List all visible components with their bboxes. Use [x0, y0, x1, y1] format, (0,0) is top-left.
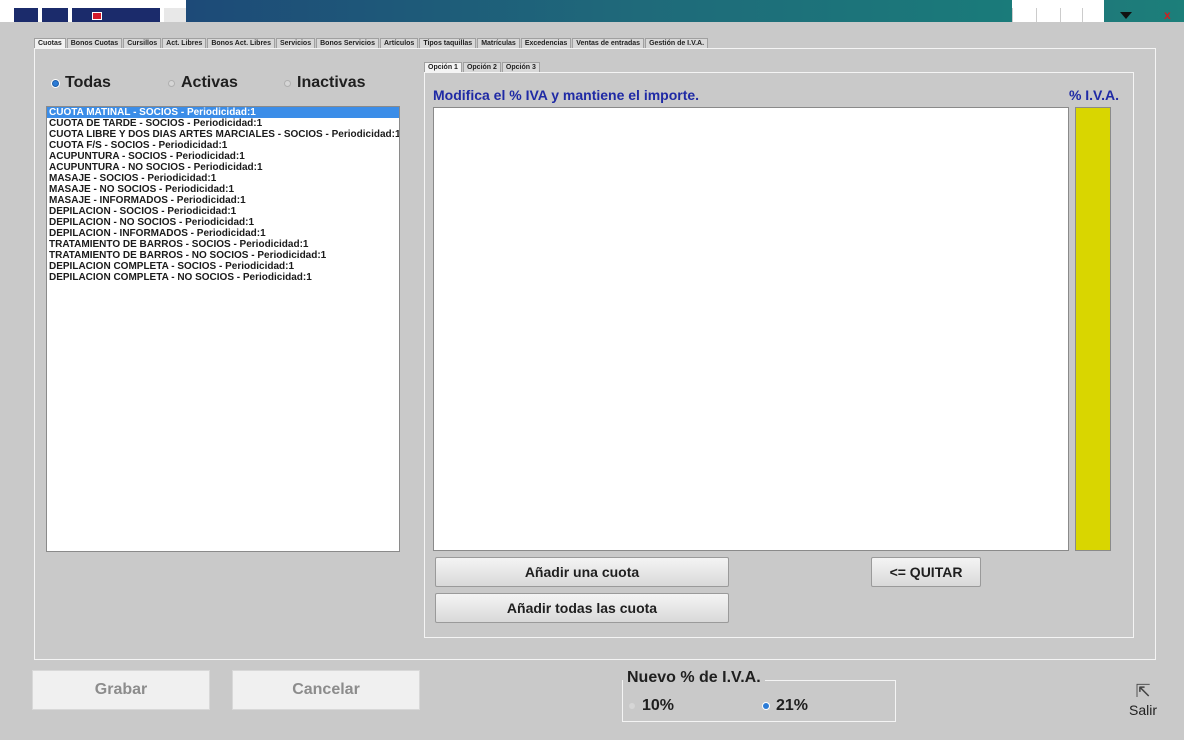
filter-todas-radio[interactable]: Todas: [52, 74, 111, 92]
iva-21-label: 21%: [776, 697, 809, 714]
selected-cuotas-list[interactable]: [433, 107, 1069, 551]
list-item[interactable]: CUOTA MATINAL - SOCIOS - Periodicidad:1: [47, 107, 399, 118]
window-block: [72, 8, 160, 22]
list-item[interactable]: MASAJE - SOCIOS - Periodicidad:1: [47, 173, 399, 184]
close-icon[interactable]: x: [1164, 8, 1171, 22]
radio-dot-icon: [168, 79, 175, 87]
iva-column-header: % I.V.A.: [1068, 87, 1119, 103]
iva-column[interactable]: [1075, 107, 1111, 551]
remove-button[interactable]: <= QUITAR: [871, 557, 981, 587]
cuotas-group: Todas Activas Inactivas CUOTA MATINAL - …: [44, 68, 402, 552]
exit-button[interactable]: ⇱ Salir: [1120, 680, 1166, 726]
cancel-button[interactable]: Cancelar: [232, 670, 420, 710]
title-bar-right: [1104, 0, 1184, 22]
list-item[interactable]: CUOTA LIBRE Y DOS DIAS ARTES MARCIALES -…: [47, 129, 399, 140]
filter-todas-label: Todas: [65, 74, 111, 91]
iva-10-label: 10%: [642, 697, 675, 714]
radio-dot-icon: [763, 703, 769, 709]
list-item[interactable]: DEPILACION - SOCIOS - Periodicidad:1: [47, 206, 399, 217]
save-button[interactable]: Grabar: [32, 670, 210, 710]
list-item[interactable]: MASAJE - INFORMADOS - Periodicidad:1: [47, 195, 399, 206]
window-block: [164, 8, 186, 22]
list-item[interactable]: CUOTA DE TARDE - SOCIOS - Periodicidad:1: [47, 118, 399, 129]
window-block: [1012, 8, 1034, 22]
list-item[interactable]: DEPILACION COMPLETA - NO SOCIOS - Period…: [47, 272, 399, 283]
list-item[interactable]: MASAJE - NO SOCIOS - Periodicidad:1: [47, 184, 399, 195]
list-item[interactable]: ACUPUNTURA - NO SOCIOS - Periodicidad:1: [47, 162, 399, 173]
filter-activas-label: Activas: [181, 74, 238, 91]
radio-dot-icon: [629, 703, 635, 709]
tab-opcion-2[interactable]: Opción 2: [462, 62, 501, 72]
title-bar-gradient: [186, 0, 1012, 22]
radio-dot-icon: [284, 79, 291, 87]
filter-inactivas-radio[interactable]: Inactivas: [284, 74, 365, 92]
new-iva-group: Nuevo % de I.V.A. 10% 21%: [622, 669, 896, 722]
iva-21-radio[interactable]: 21%: [763, 697, 808, 715]
tab-opcion-3[interactable]: Opción 3: [501, 62, 540, 72]
window-block: [14, 8, 38, 22]
window-block: [1036, 8, 1058, 22]
dropdown-arrow-icon[interactable]: [1120, 12, 1132, 19]
exit-label: Salir: [1128, 702, 1157, 718]
list-item[interactable]: ACUPUNTURA - SOCIOS - Periodicidad:1: [47, 151, 399, 162]
flag-icon: [92, 12, 102, 20]
iva-10-radio[interactable]: 10%: [629, 697, 674, 715]
list-item[interactable]: TRATAMIENTO DE BARROS - SOCIOS - Periodi…: [47, 239, 399, 250]
filter-radio-row: Todas Activas Inactivas: [44, 68, 402, 96]
title-bar: x: [0, 0, 1184, 22]
opcion-panel: Modifica el % IVA y mantiene el importe.…: [424, 72, 1134, 638]
option-tabs: Opción 1 Opción 2 Opción 3: [424, 62, 541, 72]
filter-activas-radio[interactable]: Activas: [168, 74, 238, 92]
list-item[interactable]: DEPILACION - NO SOCIOS - Periodicidad:1: [47, 217, 399, 228]
cuotas-list[interactable]: CUOTA MATINAL - SOCIOS - Periodicidad:1 …: [46, 106, 400, 552]
tab-opcion-1[interactable]: Opción 1: [424, 62, 462, 72]
window-block: [1060, 8, 1082, 22]
list-item[interactable]: TRATAMIENTO DE BARROS - NO SOCIOS - Peri…: [47, 250, 399, 261]
filter-inactivas-label: Inactivas: [297, 74, 366, 91]
list-item[interactable]: DEPILACION COMPLETA - SOCIOS - Periodici…: [47, 261, 399, 272]
exit-door-icon: ⇱: [1135, 681, 1151, 701]
list-item[interactable]: DEPILACION - INFORMADOS - Periodicidad:1: [47, 228, 399, 239]
radio-dot-icon: [52, 79, 59, 87]
window-block: [42, 8, 68, 22]
new-iva-legend: Nuevo % de I.V.A.: [623, 669, 765, 687]
add-all-button[interactable]: Añadir todas las cuota: [435, 593, 729, 623]
list-item[interactable]: CUOTA F/S - SOCIOS - Periodicidad:1: [47, 140, 399, 151]
option-title: Modifica el % IVA y mantiene el importe.: [433, 87, 700, 103]
add-one-button[interactable]: Añadir una cuota: [435, 557, 729, 587]
window-block: [1082, 8, 1104, 22]
